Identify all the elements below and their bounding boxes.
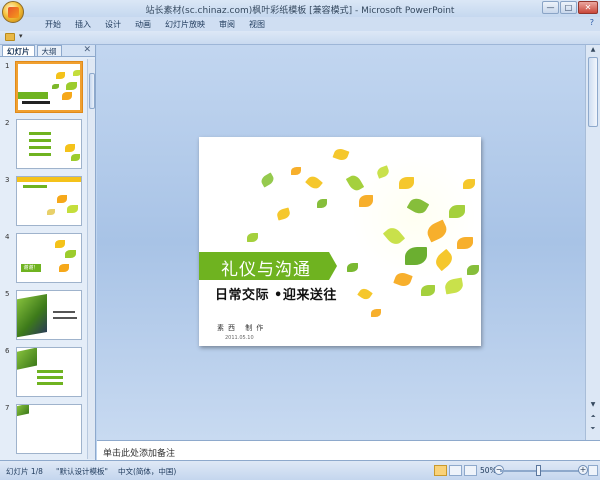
- thumbnail-row: 3: [0, 173, 86, 230]
- slide-thumbnail[interactable]: [16, 347, 82, 397]
- tab-home[interactable]: 开始: [38, 18, 68, 31]
- scroll-up-icon[interactable]: ▲: [588, 46, 598, 55]
- title-bar: 站长素材(sc.chinaz.com)枫叶彩纸模板 [兼容模式] - Micro…: [0, 0, 600, 23]
- thumbnail-row: 7: [0, 401, 86, 458]
- scrollbar-thumb[interactable]: [89, 73, 95, 109]
- open-folder-icon[interactable]: [5, 33, 15, 41]
- slide-number: 5: [5, 290, 10, 298]
- quick-access-toolbar: ▾: [0, 31, 600, 45]
- fit-to-window-button[interactable]: [588, 465, 598, 476]
- ribbon-tabs: 开始 插入 设计 动画 幻灯片放映 审阅 视图 ?: [0, 17, 600, 31]
- slide-thumbnails: 1 2 3 4 谢谢！ 5 6 7: [0, 59, 86, 459]
- tab-design[interactable]: 设计: [98, 18, 128, 31]
- slide-date: 2011.05.10: [225, 335, 254, 341]
- slide-subtitle: 日常交际 •迎来送往: [215, 288, 337, 303]
- slide-thumbnail[interactable]: [16, 176, 82, 226]
- tab-slideshow[interactable]: 幻灯片放映: [158, 18, 212, 31]
- leaf-decoration: [357, 286, 373, 302]
- current-slide[interactable]: 礼仪与沟通 日常交际 •迎来送往 素西 制作 2011.05.10: [199, 137, 481, 346]
- slide-number: 2: [5, 119, 10, 127]
- next-slide-icon[interactable]: ⏷: [588, 425, 598, 434]
- slide-number: 6: [5, 347, 10, 355]
- slideshow-button[interactable]: [464, 465, 477, 476]
- leaf-decoration: [259, 172, 276, 188]
- leaf-decoration: [317, 199, 327, 208]
- window-controls: — □ ✕: [542, 1, 598, 14]
- thumbnail-row: 1: [0, 59, 86, 116]
- pane-tabs: 幻灯片 大纲 ✕: [0, 45, 95, 57]
- minimize-button[interactable]: —: [542, 1, 559, 14]
- window-title: 站长素材(sc.chinaz.com)枫叶彩纸模板 [兼容模式] - Micro…: [145, 6, 455, 16]
- slide-author: 素西 制作: [217, 324, 268, 332]
- leaf-decoration: [332, 146, 350, 163]
- notes-placeholder: 单击此处添加备注: [103, 449, 176, 459]
- language-indicator[interactable]: 中文(简体，中国): [118, 466, 176, 477]
- leaf-decoration: [291, 167, 301, 175]
- leaf-decoration: [371, 309, 381, 317]
- slide-thumbnail[interactable]: [16, 62, 82, 112]
- tab-review[interactable]: 审阅: [212, 18, 242, 31]
- slide-number: 1: [5, 62, 10, 70]
- slides-pane: 幻灯片 大纲 ✕ 1 2 3 4 谢谢！ 5 6 7: [0, 45, 96, 460]
- theme-name[interactable]: "默认设计模板": [56, 466, 108, 477]
- title-band-tail: [329, 252, 337, 280]
- leaf-decoration: [443, 277, 465, 295]
- qat-dropdown-icon[interactable]: ▾: [19, 32, 23, 40]
- slide-thumbnail[interactable]: [16, 404, 82, 454]
- slide-number: 3: [5, 176, 10, 184]
- slide-title: 礼仪与沟通: [221, 260, 311, 280]
- tab-slides[interactable]: 幻灯片: [2, 45, 35, 56]
- tab-view[interactable]: 视图: [242, 18, 272, 31]
- leaf-decoration: [305, 173, 323, 192]
- thumbnail-row: 4 谢谢！: [0, 230, 86, 287]
- office-logo-icon: [7, 6, 19, 18]
- maximize-button[interactable]: □: [560, 1, 577, 14]
- notes-pane[interactable]: 单击此处添加备注: [97, 440, 600, 460]
- slide-counter: 幻灯片 1/8: [6, 467, 43, 476]
- scrollbar-thumb[interactable]: [588, 57, 598, 127]
- normal-view-button[interactable]: [434, 465, 447, 476]
- thumbnail-row: 6: [0, 344, 86, 401]
- slide-thumbnail[interactable]: [16, 290, 82, 340]
- tab-insert[interactable]: 插入: [68, 18, 98, 31]
- thumbnail-row: 5: [0, 287, 86, 344]
- leaf-decoration: [421, 285, 435, 296]
- status-bar: 幻灯片 1/8 "默认设计模板" 中文(简体，中国) 50% − +: [0, 460, 600, 480]
- zoom-slider-thumb[interactable]: [536, 465, 541, 476]
- thumbnail-row: 2: [0, 116, 86, 173]
- tab-animations[interactable]: 动画: [128, 18, 158, 31]
- slide-number: 4: [5, 233, 10, 241]
- slide-thumbnail[interactable]: 谢谢！: [16, 233, 82, 283]
- slide-thumbnail[interactable]: [16, 119, 82, 169]
- thumbnail-caption: 谢谢！: [21, 264, 41, 272]
- leaf-decoration: [247, 233, 258, 242]
- thumbnails-scrollbar[interactable]: [87, 59, 95, 459]
- scroll-down-icon[interactable]: ▼: [588, 401, 598, 410]
- tab-outline[interactable]: 大纲: [36, 45, 62, 56]
- zoom-in-button[interactable]: +: [578, 465, 588, 475]
- leaf-decoration: [275, 207, 292, 221]
- previous-slide-icon[interactable]: ⏶: [588, 413, 598, 422]
- vertical-scrollbar[interactable]: ▲ ▼ ⏶ ⏷: [585, 45, 600, 440]
- close-button[interactable]: ✕: [578, 1, 598, 14]
- help-icon[interactable]: ?: [590, 18, 594, 27]
- office-button[interactable]: [2, 1, 24, 23]
- pane-close-icon[interactable]: ✕: [83, 45, 91, 55]
- slide-sorter-button[interactable]: [449, 465, 462, 476]
- slide-number: 7: [5, 404, 10, 412]
